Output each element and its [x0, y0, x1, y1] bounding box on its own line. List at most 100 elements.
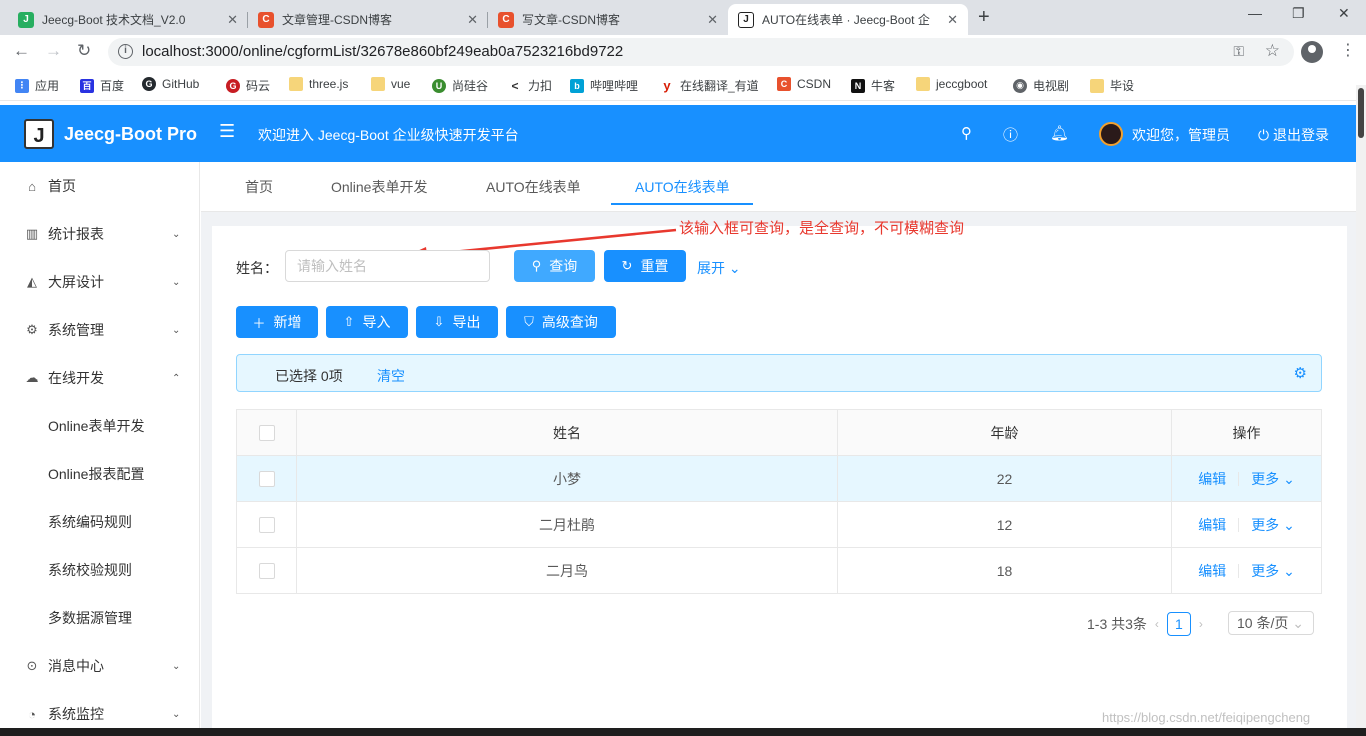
- browser-tab-1[interactable]: J Jeecg-Boot 技术文档_V2.0 ✕: [8, 4, 248, 35]
- logo-text: Jeecg-Boot Pro: [64, 124, 198, 144]
- browser-menu-icon[interactable]: ⋮: [1340, 40, 1356, 60]
- more-dropdown[interactable]: 更多 ⌄: [1251, 561, 1295, 581]
- bookmark-graduation[interactable]: 毕设: [1090, 77, 1134, 94]
- back-icon[interactable]: ←: [13, 41, 30, 61]
- bookmark-leetcode[interactable]: < 力扣: [508, 77, 552, 94]
- row-checkbox[interactable]: [258, 516, 275, 533]
- sidebar-item-online-report[interactable]: Online报表配置: [0, 454, 200, 494]
- bookmark-vue[interactable]: vue: [371, 77, 410, 91]
- user-menu[interactable]: 欢迎您，管理员: [1132, 125, 1230, 145]
- sidebar-item-online-dev[interactable]: ☁ 在线开发 ⌃: [0, 358, 200, 398]
- select-all-checkbox[interactable]: [258, 424, 275, 441]
- edit-link[interactable]: 编辑: [1198, 561, 1226, 581]
- table-row[interactable]: 小梦 22 编辑 更多 ⌄: [237, 456, 1321, 502]
- bookmark-threejs[interactable]: three.js: [289, 77, 348, 91]
- close-tab-icon[interactable]: ✕: [947, 12, 958, 28]
- clear-selection-link[interactable]: 清空: [377, 366, 405, 386]
- row-checkbox[interactable]: [258, 470, 275, 487]
- row-checkbox[interactable]: [258, 562, 275, 579]
- menu-fold-icon[interactable]: ☰: [219, 121, 235, 142]
- bookmark-nowcoder[interactable]: N 牛客: [851, 77, 895, 94]
- edit-link[interactable]: 编辑: [1198, 469, 1226, 489]
- expand-toggle[interactable]: 展开 ⌄: [697, 258, 741, 278]
- tab-auto-form-active[interactable]: AUTO在线表单: [635, 177, 730, 197]
- next-page-icon[interactable]: ›: [1199, 617, 1203, 631]
- close-window-icon[interactable]: ✕: [1338, 5, 1350, 22]
- bookmark-apps[interactable]: ⋮ 应用: [15, 77, 59, 94]
- prev-page-icon[interactable]: ‹: [1155, 617, 1159, 631]
- bookmark-atguigu[interactable]: U 尚硅谷: [432, 77, 488, 94]
- close-tab-icon[interactable]: ✕: [227, 12, 238, 28]
- sidebar-item-code-rule[interactable]: 系统编码规则: [0, 502, 200, 542]
- page-scrollbar[interactable]: [1356, 85, 1366, 736]
- search-icon[interactable]: ⚲: [961, 124, 972, 142]
- sidebar-item-datasource[interactable]: 多数据源管理: [0, 598, 200, 638]
- search-button-label: 查询: [549, 258, 578, 274]
- export-button[interactable]: ⇩ 导出: [416, 306, 498, 338]
- import-button[interactable]: ⇧ 导入: [326, 306, 408, 338]
- reset-button[interactable]: ↻ 重置: [604, 250, 686, 282]
- csdn-favicon-icon: C: [258, 11, 274, 28]
- advanced-query-button[interactable]: ⛉ 高级查询: [506, 306, 616, 338]
- bookmark-gitee[interactable]: G 码云: [226, 77, 270, 94]
- bookmark-tv[interactable]: ◉ 电视剧: [1013, 77, 1069, 94]
- restore-icon[interactable]: ❐: [1292, 5, 1305, 22]
- sidebar-item-label: 首页: [48, 178, 76, 194]
- browser-tab-2[interactable]: C 文章管理-CSDN博客 ✕: [248, 4, 488, 35]
- column-header-name[interactable]: 姓名: [297, 410, 838, 455]
- column-header-age[interactable]: 年龄: [838, 410, 1172, 455]
- bookmark-star-icon[interactable]: ☆: [1265, 41, 1280, 61]
- browser-tab-3[interactable]: C 写文章-CSDN博客 ✕: [488, 4, 728, 35]
- bookmark-baidu[interactable]: 百百度: [80, 77, 124, 94]
- profile-avatar-icon[interactable]: [1301, 41, 1323, 63]
- more-dropdown[interactable]: 更多 ⌄: [1251, 469, 1295, 489]
- watermark: https://blog.csdn.net/feiqipengcheng: [1102, 710, 1311, 725]
- sidebar-item-bigscreen[interactable]: ◭ 大屏设计 ⌄: [0, 262, 200, 302]
- add-button[interactable]: ＋ 新增: [236, 306, 318, 338]
- site-info-icon[interactable]: i: [118, 44, 133, 59]
- forward-icon[interactable]: →: [45, 41, 62, 61]
- browser-tab-active[interactable]: J AUTO在线表单 · Jeecg-Boot 企 ✕: [728, 4, 968, 35]
- new-tab-icon[interactable]: +: [978, 6, 990, 29]
- bookmark-youdao[interactable]: y 在线翻译_有道: [660, 77, 759, 94]
- bookmark-bilibili[interactable]: b 哔哩哔哩: [570, 77, 638, 94]
- avatar[interactable]: [1099, 122, 1123, 146]
- sidebar-item-message[interactable]: ⊙ 消息中心 ⌄: [0, 646, 200, 686]
- close-tab-icon[interactable]: ✕: [707, 12, 718, 28]
- table-row[interactable]: 二月杜鹃 12 编辑 更多 ⌄: [237, 502, 1321, 548]
- tab-auto-form[interactable]: AUTO在线表单: [486, 177, 581, 197]
- bookmark-github[interactable]: G GitHub: [142, 77, 199, 91]
- close-tab-icon[interactable]: ✕: [467, 12, 478, 28]
- page-size-select[interactable]: 10 条/页 ⌄: [1228, 611, 1314, 635]
- bell-icon[interactable]: 🔔︎: [1050, 124, 1069, 142]
- logout-button[interactable]: ⏻ 退出登录: [1258, 125, 1329, 145]
- sidebar-item-system[interactable]: ⚙ 系统管理 ⌄: [0, 310, 200, 350]
- current-page[interactable]: 1: [1166, 612, 1191, 636]
- tab-home[interactable]: 首页: [245, 177, 273, 197]
- bookmark-jeecgboot[interactable]: jeccgboot: [916, 77, 987, 91]
- name-search-input[interactable]: [285, 250, 490, 282]
- scrollbar-thumb[interactable]: [1358, 88, 1364, 138]
- search-button[interactable]: ⚲ 查询: [514, 250, 595, 282]
- sidebar-item-home[interactable]: ⌂ 首页: [0, 166, 200, 206]
- tab-online-form[interactable]: Online表单开发: [331, 177, 427, 197]
- key-icon[interactable]: ⚿: [1233, 43, 1244, 60]
- setting-icon[interactable]: ⚙: [1294, 364, 1307, 382]
- sidebar-item-reports[interactable]: ▥ 统计报表 ⌄: [0, 214, 200, 254]
- header-welcome: 欢迎进入 Jeecg-Boot 企业级快速开发平台: [258, 127, 519, 143]
- edit-link[interactable]: 编辑: [1198, 515, 1226, 535]
- reload-icon[interactable]: ↻: [77, 41, 91, 61]
- sidebar-item-label: 系统管理: [48, 322, 104, 338]
- url-input[interactable]: i localhost:3000/online/cgformList/32678…: [108, 38, 1294, 66]
- help-icon[interactable]: ⓘ: [1003, 124, 1018, 145]
- cell-age: 18: [838, 548, 1172, 593]
- sidebar-item-check-rule[interactable]: 系统校验规则: [0, 550, 200, 590]
- sidebar-item-online-form[interactable]: Online表单开发: [0, 406, 200, 446]
- address-bar: ← → ↻ i localhost:3000/online/cgformList…: [0, 35, 1366, 69]
- bookmark-csdn[interactable]: C CSDN: [777, 77, 831, 91]
- more-dropdown[interactable]: 更多 ⌄: [1251, 515, 1295, 535]
- csdn-icon: C: [777, 77, 791, 91]
- download-icon: ⇩: [433, 314, 445, 329]
- table-row[interactable]: 二月鸟 18 编辑 更多 ⌄: [237, 548, 1321, 594]
- minimize-icon[interactable]: —: [1248, 5, 1262, 21]
